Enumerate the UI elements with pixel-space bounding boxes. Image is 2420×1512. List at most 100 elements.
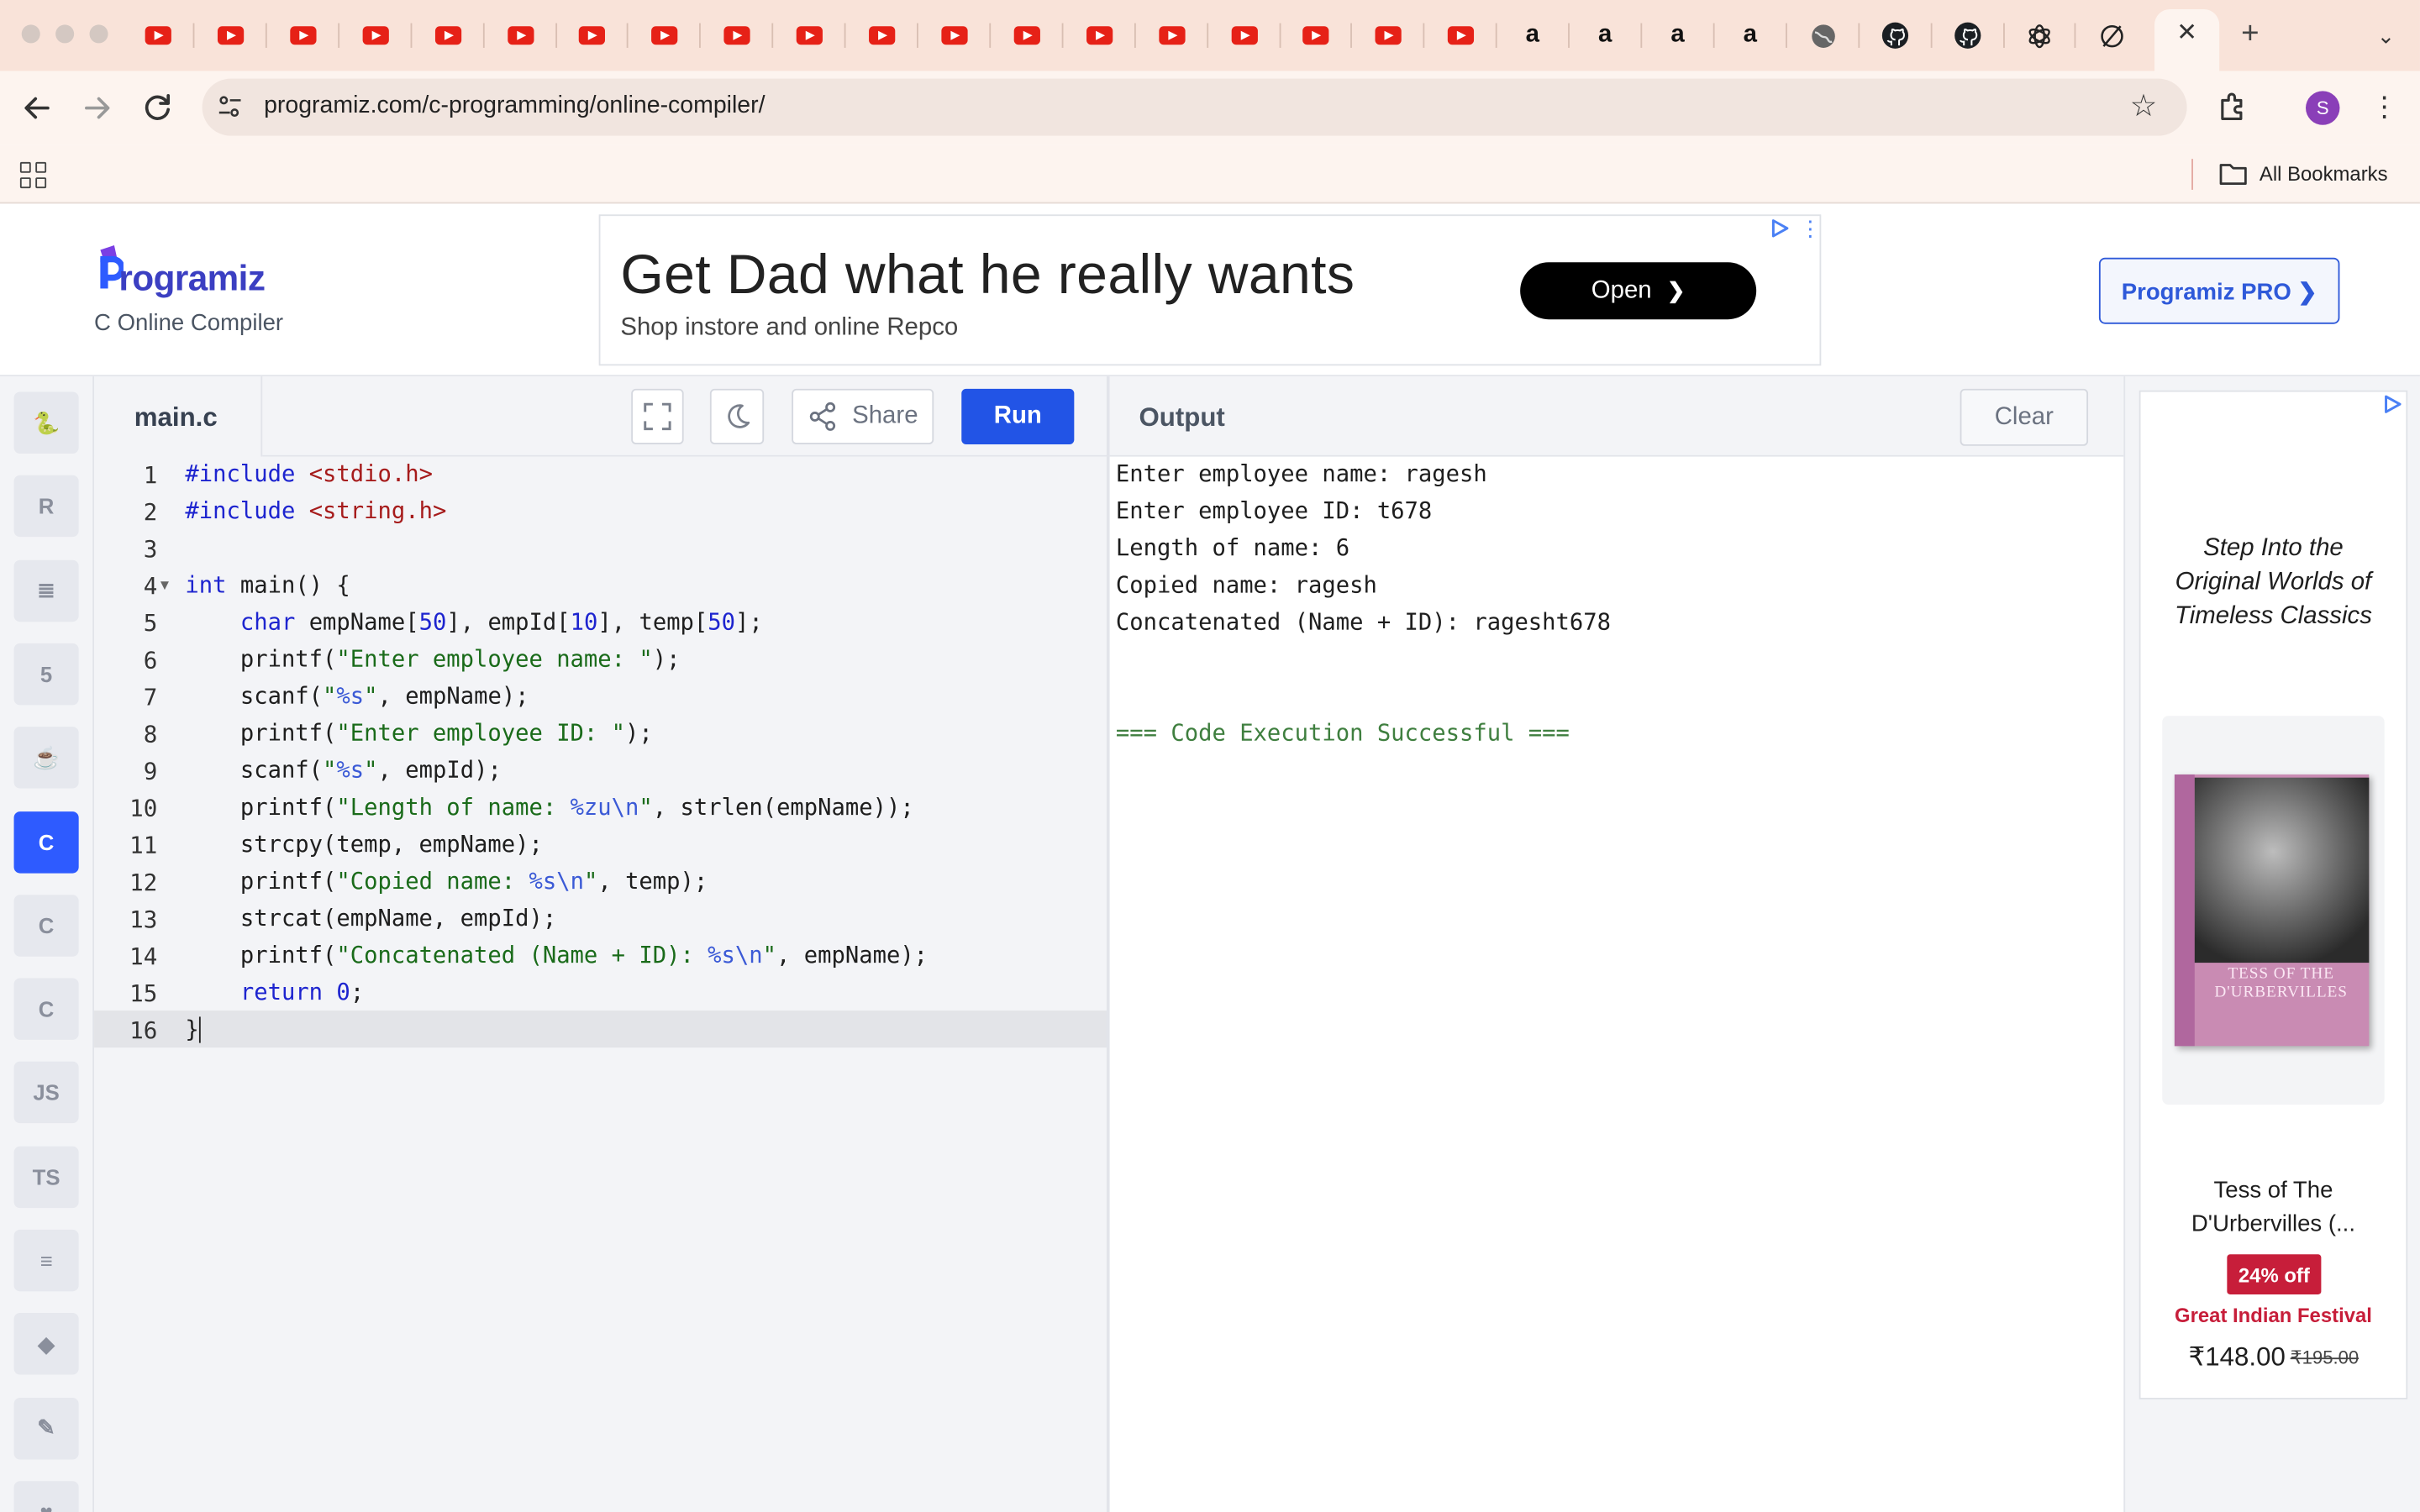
- tab-youtube-icon[interactable]: [1301, 22, 1328, 50]
- tab-notion-icon[interactable]: [2097, 22, 2125, 50]
- tab-amazon-icon[interactable]: a: [1664, 22, 1691, 50]
- tab-youtube-icon[interactable]: [650, 22, 677, 50]
- language-python-icon[interactable]: 🐍: [13, 391, 79, 454]
- bookmark-star-icon[interactable]: ☆: [2130, 88, 2158, 125]
- language-java-icon[interactable]: ☕: [13, 727, 79, 789]
- tab-amazon-icon[interactable]: a: [1736, 22, 1764, 50]
- side-ad-tagline[interactable]: Step Into the Original Worlds of Timeles…: [2158, 533, 2390, 634]
- code-line[interactable]: 13 strcat(empName, empId);: [94, 901, 1108, 938]
- code-line[interactable]: 14 printf("Concatenated (Name + ID): %s\…: [94, 938, 1108, 975]
- window-close-light[interactable]: [21, 24, 40, 44]
- banner-ad-title[interactable]: Get Dad what he really wants: [620, 241, 1355, 309]
- code-text[interactable]: scanf("%s", empName);: [185, 679, 529, 716]
- language-sql-icon[interactable]: ≣: [13, 559, 79, 622]
- dark-mode-button[interactable]: [709, 388, 765, 444]
- tab-youtube-icon[interactable]: [723, 22, 750, 50]
- ad-options-icon[interactable]: ⋮: [1800, 214, 1822, 242]
- new-tab-button[interactable]: +: [2235, 17, 2266, 50]
- tab-youtube-icon[interactable]: [940, 22, 968, 50]
- banner-ad-subtitle[interactable]: Shop instore and online Repco: [620, 312, 958, 345]
- file-tab-label[interactable]: main.c: [134, 402, 218, 435]
- chrome-menu-icon[interactable]: ⋮: [2370, 88, 2398, 125]
- tab-youtube-icon[interactable]: [1374, 22, 1402, 50]
- code-text[interactable]: #include <stdio.h>: [185, 457, 433, 494]
- language-rust-icon[interactable]: ♥: [13, 1481, 79, 1512]
- tab-youtube-icon[interactable]: [577, 22, 605, 50]
- code-line[interactable]: 15 return 0;: [94, 975, 1108, 1012]
- site-info-icon[interactable]: [218, 94, 242, 118]
- tab-youtube-icon[interactable]: [1013, 22, 1040, 50]
- code-line[interactable]: 9 scanf("%s", empId);: [94, 753, 1108, 790]
- language-go-icon[interactable]: ≡: [13, 1229, 79, 1292]
- language-swift-icon[interactable]: ✎: [13, 1397, 79, 1459]
- code-line[interactable]: 5 char empName[50], empId[10], temp[50];: [94, 605, 1108, 642]
- language-csharp-icon[interactable]: C: [13, 978, 79, 1041]
- fold-arrow-icon[interactable]: ▼: [160, 568, 169, 605]
- tab-globe-icon[interactable]: [1809, 22, 1837, 50]
- tab-youtube-icon[interactable]: [1158, 22, 1186, 50]
- code-text[interactable]: int main() {: [185, 568, 350, 605]
- url-text[interactable]: programiz.com/c-programming/online-compi…: [264, 91, 765, 122]
- code-text[interactable]: printf("Copied name: %s\n", temp);: [185, 864, 708, 901]
- programiz-logo-text[interactable]: rogramiz: [118, 256, 266, 299]
- forward-button[interactable]: [79, 90, 116, 127]
- apps-grid-icon[interactable]: [19, 161, 47, 189]
- reload-button[interactable]: [139, 90, 176, 127]
- code-line[interactable]: 2 #include <string.h>: [94, 494, 1108, 531]
- language-ts-icon[interactable]: TS: [13, 1146, 79, 1208]
- language-c-icon[interactable]: C: [13, 811, 79, 873]
- tab-amazon-icon[interactable]: a: [1591, 22, 1619, 50]
- tab-youtube-icon[interactable]: [434, 22, 461, 50]
- language-cpp-icon[interactable]: C: [13, 894, 79, 957]
- code-line[interactable]: 12 printf("Copied name: %s\n", temp);: [94, 864, 1108, 901]
- window-minimize-light[interactable]: [55, 24, 75, 44]
- banner-ad-open-button[interactable]: Open ❯: [1520, 262, 1757, 320]
- tab-youtube-icon[interactable]: [288, 22, 316, 50]
- code-line[interactable]: 1 #include <stdio.h>: [94, 457, 1108, 494]
- tab-youtube-icon[interactable]: [144, 22, 171, 50]
- code-text[interactable]: printf("Enter employee ID: ");: [185, 716, 653, 753]
- product-name[interactable]: Tess of The D'Urbervilles (...: [2158, 1174, 2390, 1242]
- clear-button[interactable]: Clear: [1960, 388, 2089, 446]
- code-text[interactable]: }: [185, 1012, 201, 1049]
- fullscreen-button[interactable]: [631, 388, 684, 444]
- tab-amazon-icon[interactable]: a: [1518, 22, 1546, 50]
- tab-youtube-icon[interactable]: [361, 22, 389, 50]
- tab-youtube-icon[interactable]: [216, 22, 244, 50]
- code-text[interactable]: scanf("%s", empId);: [185, 753, 502, 790]
- tab-youtube-icon[interactable]: [867, 22, 895, 50]
- code-line[interactable]: 8 printf("Enter employee ID: ");: [94, 716, 1108, 753]
- tab-youtube-icon[interactable]: [795, 22, 823, 50]
- tab-openai-icon[interactable]: [2025, 22, 2053, 50]
- profile-avatar[interactable]: S: [2306, 91, 2340, 125]
- language-html-icon[interactable]: 5: [13, 643, 79, 706]
- code-area[interactable]: 1 #include <stdio.h> 2 #include <string.h> 3…: [94, 457, 1108, 1049]
- tab-youtube-icon[interactable]: [1446, 22, 1474, 50]
- adchoices-icon[interactable]: [1769, 218, 1791, 239]
- code-line[interactable]: 6 printf("Enter employee name: ");: [94, 642, 1108, 679]
- code-line[interactable]: 16}: [94, 1012, 1108, 1049]
- all-bookmarks-link[interactable]: All Bookmarks: [2260, 160, 2388, 188]
- code-text[interactable]: return 0;: [185, 975, 364, 1012]
- tab-youtube-icon[interactable]: [1230, 22, 1258, 50]
- code-text[interactable]: printf("Concatenated (Name + ID): %s\n",…: [185, 938, 928, 975]
- language-js-icon[interactable]: JS: [13, 1062, 79, 1124]
- code-text[interactable]: strcpy(temp, empName);: [185, 827, 543, 864]
- close-tab-icon[interactable]: ✕: [2173, 18, 2201, 50]
- share-button[interactable]: Share: [792, 388, 934, 444]
- tab-github-icon[interactable]: [1881, 22, 1909, 50]
- language-r-icon[interactable]: R: [13, 475, 79, 538]
- tab-search-button[interactable]: ⌄: [2370, 18, 2402, 52]
- window-zoom-light[interactable]: [89, 24, 108, 44]
- code-line[interactable]: 3: [94, 531, 1108, 568]
- code-line[interactable]: 7 scanf("%s", empName);: [94, 679, 1108, 716]
- tab-youtube-icon[interactable]: [1085, 22, 1113, 50]
- code-line[interactable]: 11 strcpy(temp, empName);: [94, 827, 1108, 864]
- code-text[interactable]: strcat(empName, empId);: [185, 901, 556, 938]
- code-text[interactable]: printf("Length of name: %zu\n", strlen(e…: [185, 790, 914, 827]
- code-line[interactable]: 4 ▼ int main() {: [94, 568, 1108, 605]
- run-button[interactable]: Run: [961, 388, 1075, 444]
- adchoices-icon[interactable]: [2381, 393, 2403, 415]
- language-php-icon[interactable]: ◆: [13, 1313, 79, 1376]
- programiz-pro-button[interactable]: Programiz PRO ❯: [2098, 257, 2340, 324]
